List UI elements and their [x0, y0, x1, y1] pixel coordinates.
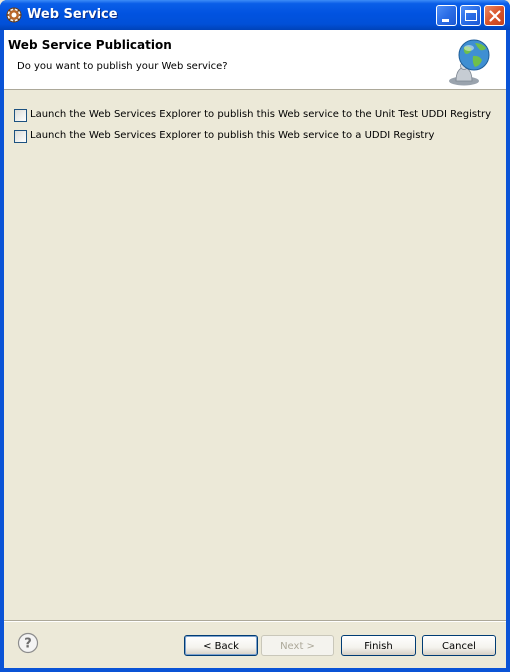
page-description: Do you want to publish your Web service? [17, 61, 228, 72]
help-icon[interactable]: ? [17, 632, 39, 654]
svg-text:?: ? [24, 637, 32, 652]
checkbox-publish-unit-test-registry[interactable] [14, 109, 27, 122]
close-icon [489, 10, 501, 22]
cancel-button[interactable]: Cancel [422, 635, 496, 656]
minimize-icon [442, 19, 449, 22]
title-bar[interactable]: Web Service [0, 0, 510, 30]
dialog-client-area: Web Service Publication Do you want to p… [4, 30, 506, 668]
close-button[interactable] [484, 5, 505, 26]
checkbox-publish-uddi-registry[interactable] [14, 130, 27, 143]
next-button[interactable]: Next > [261, 635, 334, 656]
maximize-icon [465, 10, 477, 21]
page-title: Web Service Publication [8, 38, 172, 52]
checkbox-label[interactable]: Launch the Web Services Explorer to publ… [30, 130, 434, 141]
globe-web-service-icon [449, 39, 490, 86]
maximize-button[interactable] [460, 5, 481, 26]
eclipse-gear-icon[interactable] [6, 7, 22, 23]
minimize-button[interactable] [436, 5, 457, 26]
checkbox-label[interactable]: Launch the Web Services Explorer to publ… [30, 109, 491, 120]
back-button[interactable]: < Back [184, 635, 258, 656]
wizard-banner: Web Service Publication Do you want to p… [4, 30, 506, 90]
window-title: Web Service [27, 7, 118, 22]
finish-button[interactable]: Finish [341, 635, 416, 656]
dialog-window: Web Service Web Service Publication Do y… [0, 0, 510, 672]
footer-separator [4, 620, 506, 622]
